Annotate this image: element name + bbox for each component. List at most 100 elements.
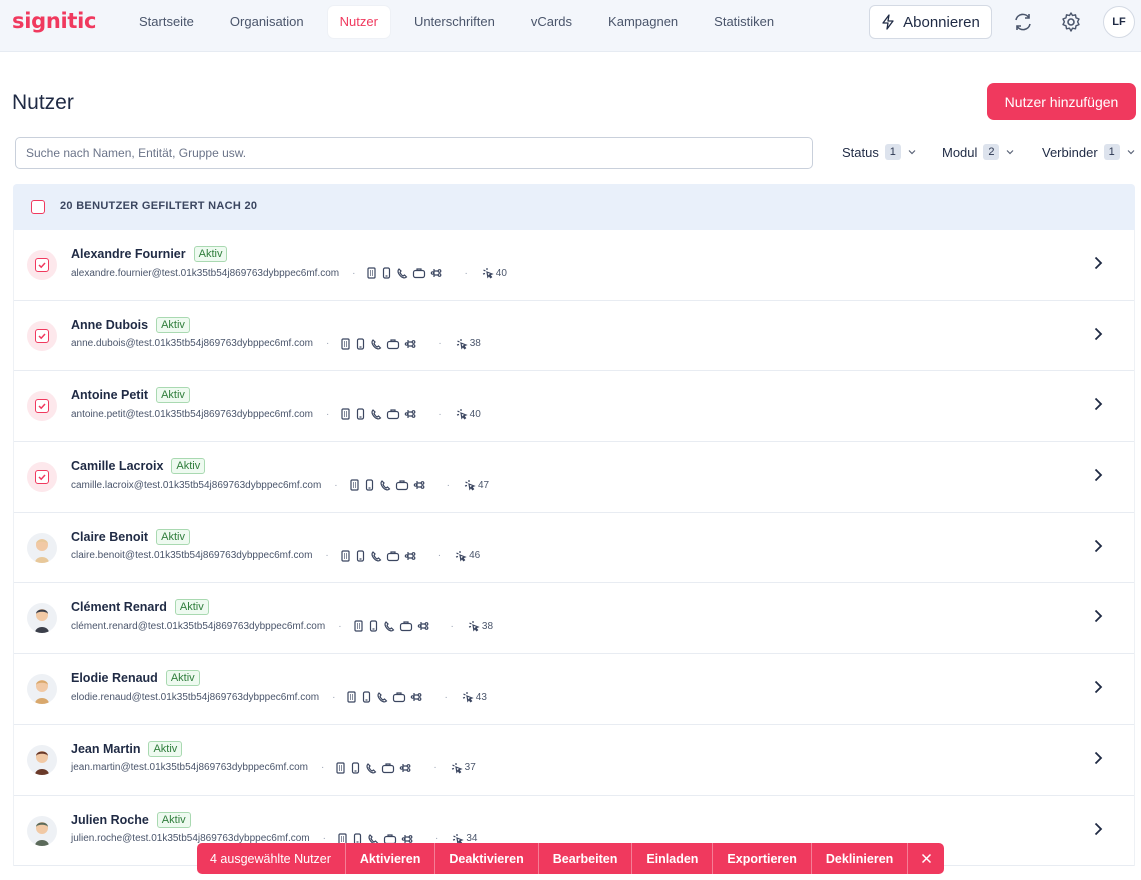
- user-list: Alexandre Fournier Aktiv alexandre.fournie…: [13, 230, 1135, 867]
- chevron-right-icon[interactable]: [1092, 327, 1104, 346]
- building-icon: [341, 408, 350, 420]
- user-name[interactable]: Jean Martin: [71, 742, 140, 756]
- chevron-down-icon: [908, 150, 916, 155]
- nav-item-vcards[interactable]: vCards: [519, 6, 584, 38]
- building-icon: [341, 338, 350, 350]
- chevron-right-icon[interactable]: [1092, 256, 1104, 275]
- filter-count-badge: 1: [1103, 144, 1120, 160]
- separator-dot: ·: [446, 479, 450, 491]
- user-avatar-photo: [27, 815, 57, 846]
- user-name[interactable]: Claire Benoit: [71, 530, 148, 544]
- gear-icon[interactable]: [1059, 10, 1083, 34]
- user-row[interactable]: Camille Lacroix Aktiv camille.lacroix@test…: [14, 442, 1134, 513]
- chevron-right-icon[interactable]: [1092, 680, 1104, 699]
- user-name[interactable]: Alexandre Fournier: [71, 247, 186, 261]
- select-all-checkbox[interactable]: [31, 200, 45, 214]
- subscribe-button[interactable]: Abonnieren: [869, 5, 992, 39]
- building-icon: [347, 691, 357, 703]
- module-icons: [366, 267, 442, 279]
- chevron-right-icon[interactable]: [1092, 539, 1104, 558]
- briefcase-icon: [399, 621, 412, 632]
- user-name[interactable]: Julien Roche: [71, 813, 149, 827]
- row-checkbox[interactable]: [27, 391, 57, 422]
- user-email: jean.martin@test.01k35tb54j869763dybppec…: [71, 762, 308, 774]
- bulk-action-bearbeiten[interactable]: Bearbeiten: [539, 843, 633, 874]
- user-row[interactable]: Alexandre Fournier Aktiv alexandre.fournie…: [14, 230, 1134, 301]
- hierarchy-icon: [405, 339, 416, 348]
- user-row[interactable]: Claire Benoit Aktiv claire.benoit@test.01k…: [14, 512, 1134, 584]
- bulk-action-exportieren[interactable]: Exportieren: [713, 843, 812, 874]
- module-icons: [349, 479, 425, 491]
- sync-icon[interactable]: [1011, 10, 1035, 34]
- row-checkbox[interactable]: [27, 320, 57, 351]
- separator-dot: ·: [320, 762, 325, 774]
- filter-count-badge: 1: [884, 144, 901, 160]
- phone-icon: [371, 338, 382, 350]
- click-count: 46: [454, 550, 480, 562]
- row-checkbox[interactable]: [27, 250, 57, 280]
- nav-item-statistiken[interactable]: Statistiken: [702, 6, 786, 38]
- status-badge: Aktiv: [148, 740, 183, 757]
- separator-dot: ·: [444, 691, 448, 703]
- briefcase-icon: [387, 409, 400, 420]
- phone-icon: [384, 621, 394, 632]
- status-badge: Aktiv: [156, 387, 190, 404]
- filter-modul[interactable]: Modul 2: [942, 144, 1015, 160]
- user-name[interactable]: Antoine Petit: [71, 388, 148, 402]
- bulk-action-einladen[interactable]: Einladen: [632, 843, 714, 874]
- user-row[interactable]: Elodie Renaud Aktiv elodie.renaud@test.01k…: [14, 654, 1134, 725]
- click-count-value: 37: [464, 762, 476, 774]
- click-count-value: 40: [469, 408, 481, 420]
- separator-dot: ·: [325, 550, 329, 562]
- phone-icon: [366, 762, 377, 774]
- user-name[interactable]: Camille Lacroix: [71, 459, 163, 473]
- filter-status[interactable]: Status 1: [842, 144, 917, 160]
- user-name[interactable]: Elodie Renaud: [71, 671, 158, 685]
- bulk-action-deklinieren[interactable]: Deklinieren: [812, 843, 909, 874]
- bulk-action-aktivieren[interactable]: Aktivieren: [346, 843, 436, 874]
- add-user-button[interactable]: Nutzer hinzufügen: [987, 83, 1136, 120]
- user-row[interactable]: Jean Martin Aktiv jean.martin@test.01k35tb…: [14, 724, 1134, 796]
- filter-verbinder[interactable]: Verbinder 1: [1042, 144, 1136, 160]
- nav-item-nutzer[interactable]: Nutzer: [327, 6, 390, 38]
- briefcase-icon: [386, 551, 399, 561]
- user-row[interactable]: Anne Dubois Aktiv anne.dubois@test.01k35tb…: [14, 300, 1134, 372]
- click-icon: [462, 692, 474, 703]
- chevron-right-icon[interactable]: [1092, 609, 1104, 628]
- nav-item-organisation[interactable]: Organisation: [218, 6, 316, 38]
- chevron-right-icon[interactable]: [1092, 822, 1104, 841]
- module-icons: [340, 338, 416, 350]
- chevron-down-icon: [1006, 150, 1014, 155]
- nav-item-unterschriften[interactable]: Unterschriften: [402, 6, 507, 38]
- list-header-text: 20 BENUTZER GEFILTERT NACH 20: [60, 200, 258, 212]
- click-count-value: 47: [477, 479, 490, 491]
- user-name[interactable]: Clément Renard: [71, 600, 167, 614]
- user-avatar[interactable]: LF: [1103, 6, 1135, 38]
- click-icon: [482, 268, 494, 279]
- user-email: elodie.renaud@test.01k35tb54j869763dybpp…: [71, 691, 320, 703]
- chevron-right-icon[interactable]: [1092, 397, 1104, 416]
- chevron-right-icon[interactable]: [1092, 751, 1104, 770]
- phone-icon: [371, 550, 382, 562]
- nav-item-kampagnen[interactable]: Kampagnen: [596, 6, 690, 38]
- click-count-value: 43: [475, 691, 487, 703]
- bulk-action-deaktivieren[interactable]: Deaktivieren: [435, 843, 539, 874]
- user-email: alexandre.fournier@test.01k35tb54j869763…: [71, 267, 340, 279]
- user-row[interactable]: Antoine Petit Aktiv antoine.petit@test.01k…: [14, 371, 1134, 443]
- signitic-logo[interactable]: signitic: [12, 9, 96, 33]
- search-input[interactable]: [15, 137, 813, 169]
- mobile-icon: [365, 479, 373, 491]
- user-email: claire.benoit@test.01k35tb54j869763dybpp…: [71, 550, 313, 562]
- row-checkbox[interactable]: [27, 462, 57, 493]
- chevron-right-icon[interactable]: [1092, 468, 1104, 487]
- close-icon[interactable]: [908, 843, 944, 874]
- nav-item-startseite[interactable]: Startseite: [127, 6, 206, 38]
- click-icon: [456, 338, 468, 350]
- click-icon: [468, 621, 480, 632]
- separator-dot: ·: [438, 408, 442, 420]
- building-icon: [353, 620, 363, 633]
- user-row[interactable]: Clément Renard Aktiv clément.renard@test.0…: [14, 583, 1134, 655]
- briefcase-icon: [382, 763, 395, 773]
- user-name[interactable]: Anne Dubois: [71, 318, 148, 332]
- click-count-value: 40: [495, 267, 507, 279]
